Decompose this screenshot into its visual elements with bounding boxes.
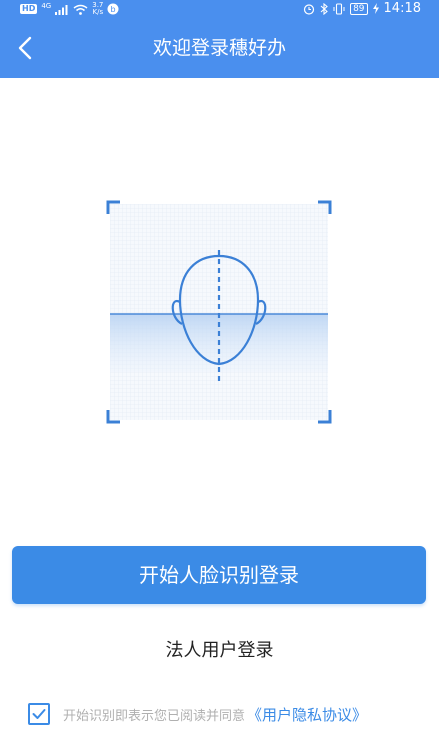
legal-person-login-button[interactable]: 法人用户登录 xyxy=(166,640,274,661)
status-bar-left: HD 4G 3.7 K/s b xyxy=(20,2,119,16)
grid-pattern xyxy=(110,204,328,420)
net-speed-unit: K/s xyxy=(92,8,104,16)
hd-badge: HD xyxy=(20,4,38,14)
page-title: 欢迎登录穗好办 xyxy=(152,37,286,59)
app-header: HD 4G 3.7 K/s b 89 14:18 欢迎登录穗好办 xyxy=(0,0,439,78)
charging-icon xyxy=(372,3,379,14)
vibrate-icon xyxy=(333,2,345,15)
signal-icon xyxy=(55,4,68,15)
alarm-icon xyxy=(303,3,315,15)
face-scan-frame xyxy=(106,200,332,424)
agreement-checkbox[interactable] xyxy=(28,703,50,725)
battery-icon: 89 xyxy=(350,2,368,15)
network-type: 4G xyxy=(41,2,52,10)
checkmark-icon xyxy=(32,709,46,719)
agreement-row: 开始识别即表示您已阅读并同意 《用户隐私协议》 xyxy=(28,702,367,726)
net-speed: 3.7 K/s xyxy=(92,2,103,16)
navigation-bar: 欢迎登录穗好办 xyxy=(0,18,439,78)
wifi-icon xyxy=(73,4,88,15)
app-notification-icon: b xyxy=(107,3,119,15)
svg-text:b: b xyxy=(111,5,116,14)
clock: 14:18 xyxy=(383,1,421,16)
face-login-button[interactable]: 开始人脸识别登录 xyxy=(12,546,426,604)
privacy-agreement-link[interactable]: 《用户隐私协议》 xyxy=(247,704,367,725)
bluetooth-icon xyxy=(320,2,328,15)
agreement-text: 开始识别即表示您已阅读并同意 xyxy=(63,708,246,724)
status-bar: HD 4G 3.7 K/s b 89 14:18 xyxy=(0,0,439,18)
status-bar-right: 89 14:18 xyxy=(303,1,421,16)
legal-person-login: 法人用户登录 xyxy=(0,636,439,662)
